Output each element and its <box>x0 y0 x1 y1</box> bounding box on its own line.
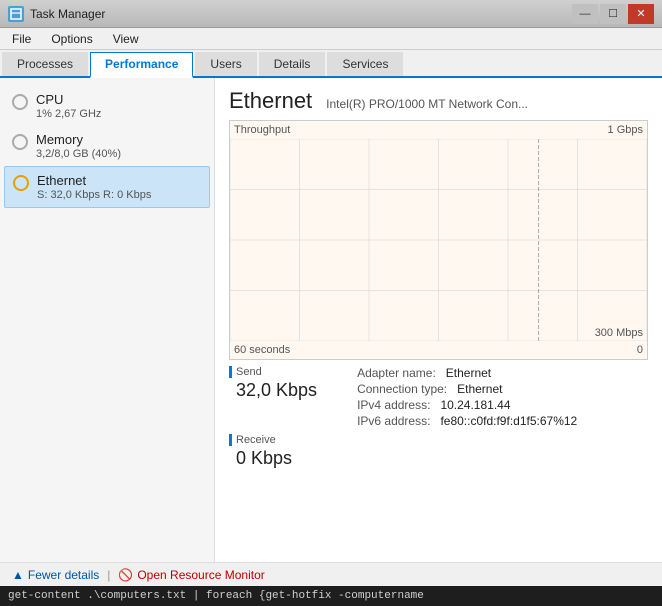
send-label: Send <box>229 366 317 378</box>
tab-users[interactable]: Users <box>195 52 256 76</box>
maximize-button[interactable]: ☐ <box>600 4 626 24</box>
ethernet-label: Ethernet <box>37 173 151 188</box>
chart-gbps-label: 1 Gbps <box>608 124 643 136</box>
info-ipv4-row: IPv4 address: 10.24.181.44 <box>357 398 577 412</box>
info-connection-row: Connection type: Ethernet <box>357 382 577 396</box>
menu-options[interactable]: Options <box>43 30 100 48</box>
app-icon <box>8 6 24 22</box>
window-controls: — ☐ ✕ <box>572 4 654 24</box>
page-title: Ethernet <box>229 88 312 114</box>
tab-performance[interactable]: Performance <box>90 52 193 78</box>
menu-file[interactable]: File <box>4 30 39 48</box>
close-button[interactable]: ✕ <box>628 4 654 24</box>
terminal-text: get-content .\computers.txt | foreach {g… <box>8 590 424 602</box>
chart-seconds-label: 60 seconds <box>234 344 290 356</box>
adapter-name-label: Adapter name: <box>357 366 436 380</box>
ethernet-stats: S: 32,0 Kbps R: 0 Kbps <box>37 189 151 201</box>
open-resource-monitor-button[interactable]: 🚫 Open Resource Monitor <box>118 568 264 582</box>
fewer-details-label: Fewer details <box>28 568 99 582</box>
tab-processes[interactable]: Processes <box>2 52 88 76</box>
sidebar-item-cpu[interactable]: CPU 1% 2,67 GHz <box>4 86 210 126</box>
tab-services[interactable]: Services <box>327 52 403 76</box>
cpu-circle-icon <box>12 94 28 110</box>
receive-label: Receive <box>229 434 648 446</box>
info-ipv6-row: IPv6 address: fe80::c0fd:f9f:d1f5:67%12 <box>357 414 577 428</box>
chart-zero-label: 0 <box>637 344 643 356</box>
ipv4-value: 10.24.181.44 <box>440 398 510 412</box>
fewer-details-button[interactable]: ▲ Fewer details <box>12 568 99 582</box>
terminal-bar: get-content .\computers.txt | foreach {g… <box>0 586 662 606</box>
sidebar: CPU 1% 2,67 GHz Memory 3,2/8,0 GB (40%) … <box>0 78 215 562</box>
separator: | <box>107 568 110 582</box>
throughput-chart: Throughput 1 Gbps 300 Mbps 60 seconds 0 <box>229 120 648 360</box>
bottom-bar: ▲ Fewer details | 🚫 Open Resource Monito… <box>0 562 662 586</box>
chart-grid <box>230 139 647 341</box>
connection-type-label: Connection type: <box>357 382 447 396</box>
title-bar: Task Manager — ☐ ✕ <box>0 0 662 28</box>
cpu-stats: 1% 2,67 GHz <box>36 108 101 120</box>
ethernet-circle-icon <box>13 175 29 191</box>
sidebar-item-ethernet[interactable]: Ethernet S: 32,0 Kbps R: 0 Kbps <box>4 166 210 208</box>
monitor-icon: 🚫 <box>118 568 133 582</box>
minimize-button[interactable]: — <box>572 4 598 24</box>
stats-row: Send 32,0 Kbps Adapter name: Ethernet Co… <box>229 366 648 428</box>
open-monitor-label: Open Resource Monitor <box>137 568 264 582</box>
menu-view[interactable]: View <box>105 30 147 48</box>
chart-throughput-label: Throughput <box>234 124 290 136</box>
adapter-name-value: Ethernet <box>446 366 491 380</box>
receive-stat: Receive 0 Kbps <box>229 434 648 469</box>
memory-stats: 3,2/8,0 GB (40%) <box>36 148 121 160</box>
window-title: Task Manager <box>30 7 105 21</box>
tabs-bar: Processes Performance Users Details Serv… <box>0 50 662 78</box>
send-stat: Send 32,0 Kbps <box>229 366 317 428</box>
chevron-up-icon: ▲ <box>12 568 24 582</box>
tab-details[interactable]: Details <box>259 52 326 76</box>
content-header: Ethernet Intel(R) PRO/1000 MT Network Co… <box>229 88 648 114</box>
cpu-label: CPU <box>36 92 101 107</box>
menu-bar: File Options View <box>0 28 662 50</box>
main-content: CPU 1% 2,67 GHz Memory 3,2/8,0 GB (40%) … <box>0 78 662 562</box>
send-value: 32,0 Kbps <box>229 380 317 401</box>
adapter-description: Intel(R) PRO/1000 MT Network Con... <box>326 97 528 111</box>
ipv4-label: IPv4 address: <box>357 398 430 412</box>
memory-label: Memory <box>36 132 121 147</box>
receive-value: 0 Kbps <box>229 448 648 469</box>
ipv6-label: IPv6 address: <box>357 414 430 428</box>
title-bar-left: Task Manager <box>8 6 105 22</box>
content-panel: Ethernet Intel(R) PRO/1000 MT Network Co… <box>215 78 662 562</box>
ipv6-value: fe80::c0fd:f9f:d1f5:67%12 <box>440 414 577 428</box>
sidebar-item-memory[interactable]: Memory 3,2/8,0 GB (40%) <box>4 126 210 166</box>
info-adapter-row: Adapter name: Ethernet <box>357 366 577 380</box>
memory-circle-icon <box>12 134 28 150</box>
info-section: Adapter name: Ethernet Connection type: … <box>357 366 577 428</box>
connection-type-value: Ethernet <box>457 382 502 396</box>
